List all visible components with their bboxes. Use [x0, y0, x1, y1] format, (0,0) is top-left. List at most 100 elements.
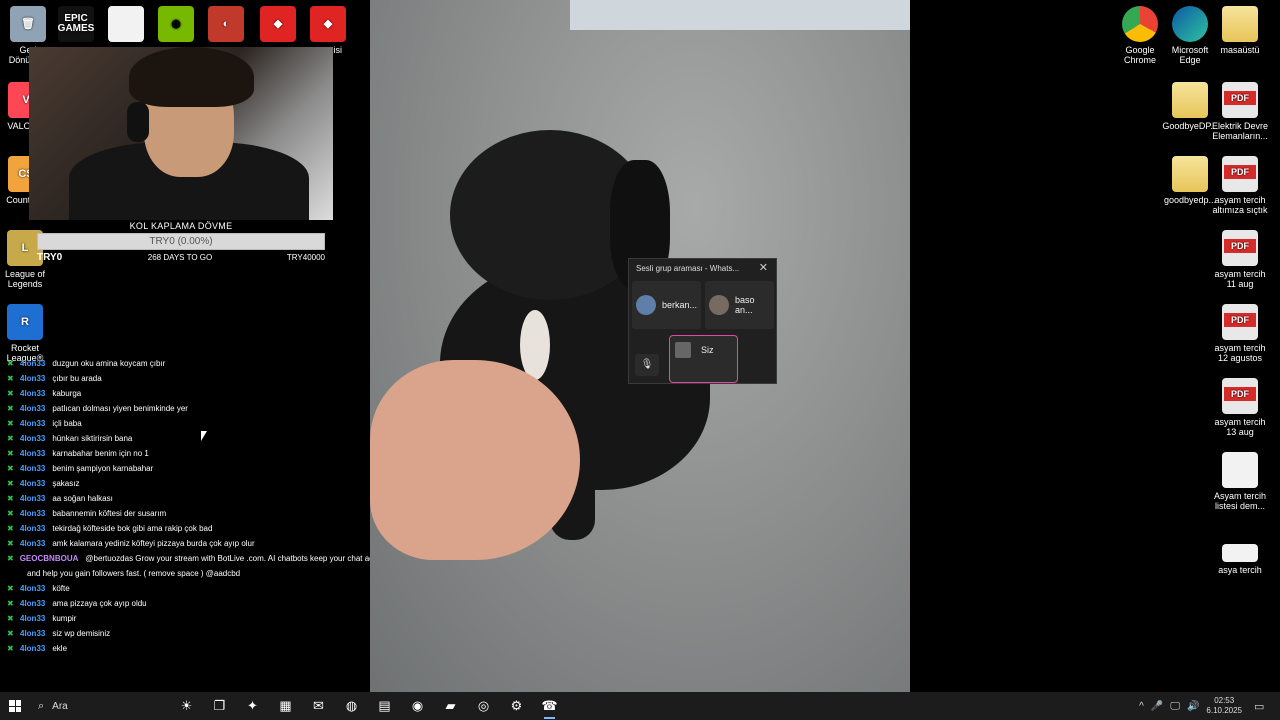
store-icon[interactable]: ▦	[269, 692, 302, 720]
chrome-icon[interactable]: ◉	[401, 692, 434, 720]
chat-message: ✖ 4lon33 kaburga	[4, 386, 374, 401]
chat-username[interactable]: 4lon33	[20, 629, 45, 638]
epic-games-icon[interactable]: EPIC GAMES	[48, 6, 104, 45]
copilot-icon[interactable]: ✦	[236, 692, 269, 720]
whatsapp-call-window[interactable]: Sesli grup araması - Whats... ✕ berkan..…	[628, 258, 777, 384]
document-icon	[1222, 544, 1258, 562]
chrome-icon	[1122, 6, 1158, 42]
widgets-icon[interactable]: ☀	[170, 692, 203, 720]
chat-badge-icon: ✖	[7, 389, 14, 398]
rocket-league-icon: R	[7, 304, 43, 340]
clock-date: 6.10.2025	[1206, 706, 1242, 715]
chat-username[interactable]: 4lon33	[20, 464, 45, 473]
clock[interactable]: 02:53 6.10.2025	[1206, 696, 1242, 716]
outlook-icon[interactable]: ✉	[302, 692, 335, 720]
file-explorer-icon[interactable]: ▰	[434, 692, 467, 720]
participant-tile[interactable]: baso an...	[705, 281, 774, 329]
chat-message: and help you gain followers fast. ( remo…	[4, 566, 374, 581]
participant-name: berkan...	[662, 300, 698, 310]
chat-text: kumpir	[52, 614, 77, 623]
call-window-title: Sesli grup araması - Whats...	[636, 264, 740, 273]
network-icon[interactable]: 🖵	[1170, 701, 1180, 712]
app-icon: ◐	[208, 6, 244, 42]
chat-username[interactable]: 4lon33	[20, 479, 45, 488]
chat-text: çıbır bu arada	[52, 374, 102, 383]
chat-username[interactable]: 4lon33	[20, 389, 45, 398]
chat-username[interactable]: 4lon33	[20, 359, 45, 368]
blank-file-icon[interactable]	[98, 6, 154, 45]
chat-username[interactable]: 4lon33	[20, 584, 45, 593]
chat-text: hünkarı siktirirsin bana	[52, 434, 133, 443]
whatsapp-icon[interactable]: ☎	[533, 692, 566, 720]
search-box[interactable]: ⌕ Ara	[30, 692, 170, 720]
close-icon[interactable]: ✕	[759, 261, 768, 274]
blank-file-icon	[108, 6, 144, 42]
chat-username[interactable]: 4lon33	[20, 539, 45, 548]
participant-tile[interactable]: berkan...	[632, 281, 701, 329]
desktop-file[interactable]: Elektrik Devre Elemanların...	[1212, 82, 1268, 141]
desktop-shortcut[interactable]: Google Chrome	[1112, 6, 1168, 65]
mic-icon[interactable]: 🎙	[635, 354, 659, 376]
volume-icon[interactable]: 🔊	[1187, 701, 1199, 712]
desktop-shortcut[interactable]: Microsoft Edge	[1162, 6, 1218, 65]
chat-username[interactable]: 4lon33	[20, 449, 45, 458]
goal-current: TRY0	[37, 252, 63, 263]
chat-username[interactable]: 4lon33	[20, 434, 45, 443]
desktop-file[interactable]: Asyam tercih listesi dem...	[1212, 452, 1268, 511]
desktop-file[interactable]: asyam tercih 12 agustos	[1212, 304, 1268, 363]
chat-username[interactable]: 4lon33	[20, 509, 45, 518]
desktop-file[interactable]: asyam tercih 11 aug	[1212, 230, 1268, 289]
epic-games-icon: EPIC GAMES	[58, 6, 94, 42]
rocket-league-icon[interactable]: R Rocket League®	[0, 304, 53, 363]
folder-icon	[1172, 156, 1208, 192]
desktop-icon-label: asyam tercih 12 agustos	[1214, 343, 1266, 363]
pdf-icon	[1222, 304, 1258, 340]
task-view-icon[interactable]: ❐	[203, 692, 236, 720]
edge-icon[interactable]: ◍	[335, 692, 368, 720]
chat-username[interactable]: GEOCBNBOUA	[20, 554, 79, 563]
chat-badge-icon: ✖	[7, 554, 14, 563]
spotify-icon[interactable]: ◎	[467, 692, 500, 720]
chat-username[interactable]: 4lon33	[20, 419, 45, 428]
webcam-feed	[29, 47, 333, 220]
steam-icon[interactable]: ⚙	[500, 692, 533, 720]
desktop-icon-label: asyam tercih altımıza sıçtık	[1212, 195, 1268, 215]
desktop-icon-label: GoodbyeDP...	[1162, 121, 1218, 131]
participant-name: baso an...	[735, 295, 755, 315]
nvidia-icon[interactable]: ◉	[148, 6, 204, 45]
chat-username[interactable]: 4lon33	[20, 404, 45, 413]
chat-username[interactable]: 4lon33	[20, 614, 45, 623]
app-icon[interactable]: ◆	[250, 6, 306, 45]
chat-username[interactable]: 4lon33	[20, 374, 45, 383]
chat-badge-icon: ✖	[7, 464, 14, 473]
goal-progress-text: TRY0 (0.00%)	[149, 236, 213, 247]
self-tile[interactable]: Siz	[669, 335, 738, 383]
desktop-folder[interactable]: masaüstü	[1212, 6, 1268, 55]
app-icon: ◆	[310, 6, 346, 42]
excel-icon[interactable]: ▤	[368, 692, 401, 720]
chat-message: ✖ 4lon33 aa soğan halkası	[4, 491, 374, 506]
self-label: Siz	[701, 345, 714, 355]
notifications-icon[interactable]: ▭	[1254, 700, 1272, 713]
desktop: 🗑 Geri Dönüşüm EPIC GAMES ◉ ◐ ◆ ◆ ...mci…	[0, 0, 1280, 692]
desktop-file[interactable]: asya tercih	[1212, 538, 1268, 575]
desktop-file[interactable]: asyam tercih altımıza sıçtık	[1212, 156, 1268, 215]
microphone-icon[interactable]: 🎤	[1151, 701, 1163, 712]
desktop-folder[interactable]: GoodbyeDP...	[1162, 82, 1218, 131]
clock-time: 02:53	[1214, 696, 1235, 705]
chat-username[interactable]: 4lon33	[20, 644, 45, 653]
chat-text: içli baba	[52, 419, 82, 428]
desktop-folder[interactable]: goodbyedp...	[1162, 156, 1218, 205]
document-icon	[1222, 452, 1258, 488]
app-icon[interactable]: ◐	[198, 6, 254, 45]
chat-username[interactable]: 4lon33	[20, 599, 45, 608]
chat-badge-icon: ✖	[7, 494, 14, 503]
chat-username[interactable]: 4lon33	[20, 524, 45, 533]
desktop-file[interactable]: asyam tercih 13 aug	[1212, 378, 1268, 437]
chat-badge-icon: ✖	[7, 629, 14, 638]
taskbar-apps: ☀ ❐ ✦ ▦ ✉ ◍ ▤ ◉ ▰ ◎ ⚙ ☎	[170, 692, 566, 720]
chat-username[interactable]: 4lon33	[20, 494, 45, 503]
start-button[interactable]	[0, 692, 30, 720]
show-hidden-icons-icon[interactable]: ^	[1139, 701, 1144, 712]
chat-message: ✖ 4lon33 patlıcan dolması yiyen benimkinde…	[4, 401, 374, 416]
